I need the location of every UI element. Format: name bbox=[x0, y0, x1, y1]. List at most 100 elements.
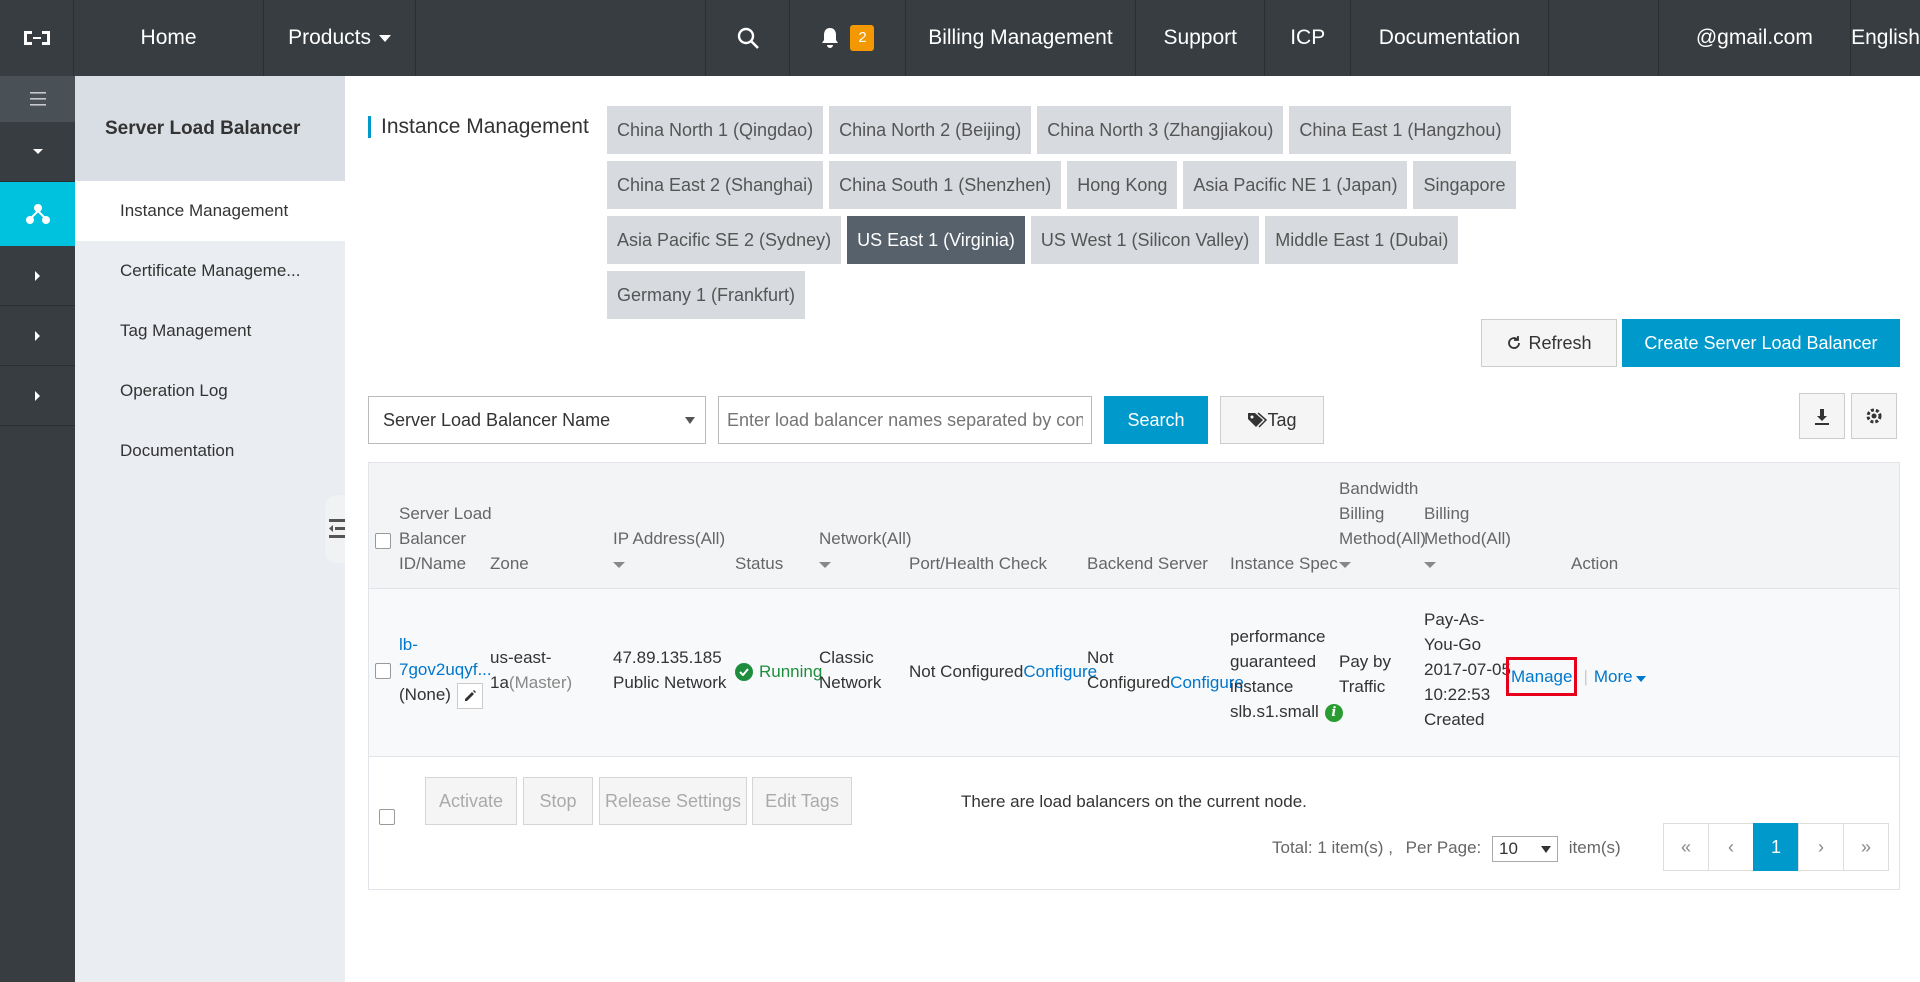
spec-text: guaranteed bbox=[1230, 652, 1317, 671]
column-header-spec: Instance Spec bbox=[1230, 554, 1338, 573]
header-text: Billing bbox=[1339, 504, 1385, 523]
sidebar-item-documentation[interactable]: Documentation bbox=[75, 421, 345, 481]
more-actions-dropdown[interactable]: More bbox=[1594, 664, 1646, 689]
region-tab[interactable]: China North 3 (Zhangjiakou) bbox=[1037, 106, 1284, 154]
row-checkbox[interactable] bbox=[375, 663, 391, 679]
export-button[interactable] bbox=[1799, 393, 1845, 439]
sidebar-item-operation-log[interactable]: Operation Log bbox=[75, 361, 345, 421]
manage-link[interactable]: Manage bbox=[1506, 657, 1578, 696]
edit-tags-button[interactable]: Edit Tags bbox=[752, 777, 852, 825]
notifications-button[interactable]: 2 bbox=[790, 0, 906, 76]
nav-language[interactable]: English bbox=[1851, 0, 1920, 76]
column-header-bandwidth-billing[interactable]: Bandwidth Billing Method(All) bbox=[1339, 476, 1426, 576]
network-cell: Classic Network bbox=[819, 645, 881, 695]
search-icon[interactable] bbox=[706, 0, 791, 76]
chevron-down-icon bbox=[613, 561, 625, 568]
per-page-value: 10 bbox=[1499, 839, 1518, 859]
region-tab[interactable]: Asia Pacific SE 2 (Sydney) bbox=[607, 216, 842, 264]
region-tab[interactable]: China East 2 (Shanghai) bbox=[607, 161, 824, 209]
region-tab[interactable]: Singapore bbox=[1413, 161, 1516, 209]
column-header-id[interactable]: Server Load Balancer ID/Name bbox=[399, 501, 492, 576]
instance-id-link[interactable]: lb- bbox=[399, 632, 492, 657]
header-text: Method(All) bbox=[1339, 529, 1426, 548]
header-text: ID/Name bbox=[399, 554, 467, 573]
column-header-billing[interactable]: Billing Method(All) bbox=[1424, 501, 1511, 576]
instance-table: Server Load Balancer ID/Name Zone IP Add… bbox=[368, 462, 1900, 890]
last-page-button[interactable]: » bbox=[1843, 823, 1889, 871]
region-selector: China North 1 (Qingdao) China North 2 (B… bbox=[607, 106, 1537, 319]
load-balancer-icon[interactable] bbox=[0, 182, 75, 246]
settings-button[interactable] bbox=[1851, 393, 1897, 439]
sidebar-item-certificate-management[interactable]: Certificate Manageme... bbox=[75, 241, 345, 301]
region-tab[interactable]: Middle East 1 (Dubai) bbox=[1265, 216, 1459, 264]
collapse-left-icon bbox=[329, 519, 345, 538]
spec-text: performance bbox=[1230, 627, 1326, 646]
header-text: Server Load bbox=[399, 504, 492, 523]
footer-select-all-checkbox[interactable] bbox=[379, 809, 395, 825]
nav-support[interactable]: Support bbox=[1136, 0, 1266, 76]
refresh-button[interactable]: Refresh bbox=[1481, 319, 1617, 367]
spec-text: slb.s1.small bbox=[1230, 702, 1319, 721]
tag-filter-button[interactable]: Tag bbox=[1220, 396, 1324, 444]
first-page-button[interactable]: « bbox=[1663, 823, 1709, 871]
column-header-ip[interactable]: IP Address(All) bbox=[613, 526, 725, 576]
header-text: Balancer bbox=[399, 529, 467, 548]
next-page-button[interactable]: › bbox=[1798, 823, 1844, 871]
table-header: Server Load Balancer ID/Name Zone IP Add… bbox=[369, 463, 1899, 589]
info-icon[interactable]: i bbox=[1324, 703, 1343, 722]
stop-button[interactable]: Stop bbox=[523, 777, 593, 825]
search-button[interactable]: Search bbox=[1104, 396, 1208, 444]
zone-cell: us-east- 1a(Master) bbox=[490, 645, 572, 695]
edit-icon[interactable] bbox=[456, 682, 483, 709]
menu-icon[interactable] bbox=[0, 76, 75, 122]
region-tab[interactable]: China North 1 (Qingdao) bbox=[607, 106, 824, 154]
nav-account[interactable]: @gmail.com bbox=[1659, 0, 1852, 76]
prev-page-button[interactable]: ‹ bbox=[1708, 823, 1754, 871]
region-tab[interactable]: China South 1 (Shenzhen) bbox=[829, 161, 1062, 209]
pagination: « ‹ 1 › » bbox=[1663, 823, 1889, 871]
bandwidth-billing-text: Traffic bbox=[1339, 677, 1386, 696]
refresh-icon bbox=[1508, 336, 1521, 349]
network-text: Network bbox=[819, 673, 882, 692]
nav-billing[interactable]: Billing Management bbox=[906, 0, 1137, 76]
select-all-checkbox[interactable] bbox=[375, 533, 391, 549]
nav-products[interactable]: Products bbox=[264, 0, 417, 76]
aliyun-logo-icon[interactable] bbox=[0, 0, 75, 76]
region-tab-selected[interactable]: US East 1 (Virginia) bbox=[847, 216, 1025, 264]
region-tab[interactable]: China North 2 (Beijing) bbox=[829, 106, 1032, 154]
collapse-caret-icon[interactable] bbox=[0, 122, 75, 182]
column-header-network[interactable]: Network(All) bbox=[819, 526, 912, 576]
tag-icon bbox=[1248, 412, 1268, 428]
expand-right-icon[interactable] bbox=[0, 306, 75, 366]
region-tab[interactable]: China East 1 (Hangzhou) bbox=[1289, 106, 1512, 154]
instance-id-link[interactable]: 7gov2uqyf... bbox=[399, 657, 492, 682]
region-tab[interactable]: Asia Pacific NE 1 (Japan) bbox=[1183, 161, 1408, 209]
nav-documentation[interactable]: Documentation bbox=[1351, 0, 1549, 76]
per-page-select[interactable]: 10 bbox=[1492, 835, 1558, 862]
configure-port-link[interactable]: Configure bbox=[1023, 662, 1097, 681]
tag-label: Tag bbox=[1267, 409, 1297, 430]
region-tab[interactable]: US West 1 (Silicon Valley) bbox=[1030, 216, 1260, 264]
ip-address: 47.89.135.185 bbox=[613, 648, 722, 667]
billing-cell: Pay-As- You-Go 2017-07-05 10:22:53 Creat… bbox=[1424, 607, 1511, 732]
nav-home[interactable]: Home bbox=[74, 0, 264, 76]
sidebar-item-tag-management[interactable]: Tag Management bbox=[75, 301, 345, 361]
region-tab[interactable]: Germany 1 (Frankfurt) bbox=[607, 271, 806, 319]
search-field-select[interactable]: Server Load Balancer Name bbox=[368, 396, 706, 444]
nav-spacer bbox=[1549, 0, 1659, 76]
expand-right-icon[interactable] bbox=[0, 246, 75, 306]
search-input[interactable] bbox=[718, 396, 1092, 444]
activate-button[interactable]: Activate bbox=[425, 777, 517, 825]
region-tab[interactable]: Hong Kong bbox=[1067, 161, 1178, 209]
release-settings-button[interactable]: Release Settings bbox=[599, 777, 747, 825]
expand-right-icon[interactable] bbox=[0, 366, 75, 426]
sidebar-item-instance-management[interactable]: Instance Management bbox=[75, 181, 345, 241]
nav-icp[interactable]: ICP bbox=[1265, 0, 1352, 76]
instance-name: (None) bbox=[399, 685, 451, 704]
chevron-down-icon bbox=[1541, 845, 1551, 853]
chevron-down-icon bbox=[819, 561, 831, 568]
refresh-label: Refresh bbox=[1528, 332, 1592, 353]
page-button-current[interactable]: 1 bbox=[1753, 823, 1799, 871]
created-date: 2017-07-05 bbox=[1424, 660, 1511, 679]
create-load-balancer-button[interactable]: Create Server Load Balancer bbox=[1622, 319, 1900, 367]
